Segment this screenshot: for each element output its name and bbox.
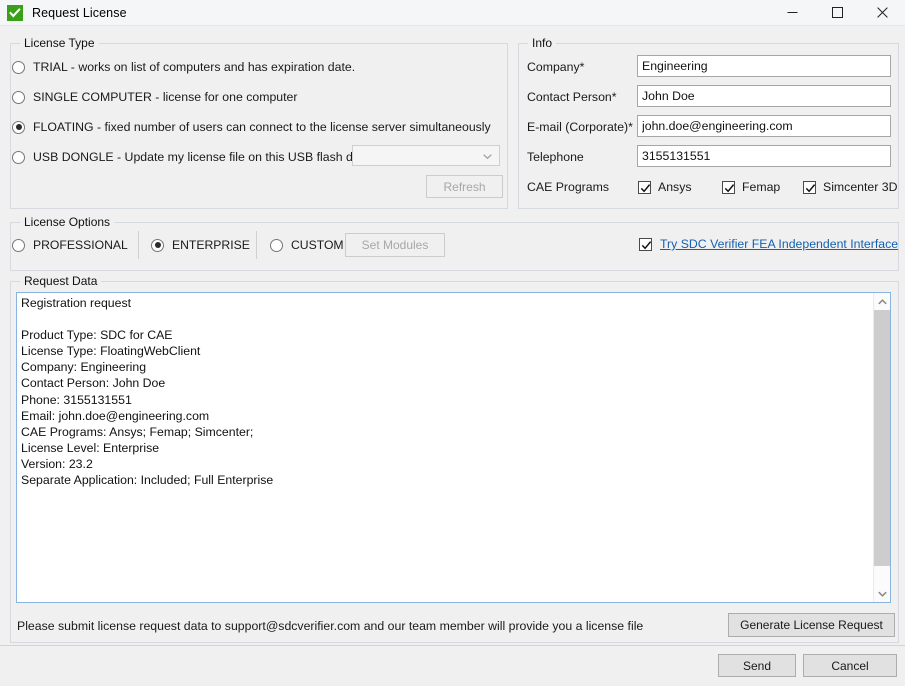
contact-person-field[interactable]: [637, 85, 891, 107]
radio-license-type-single-computer[interactable]: SINGLE COMPUTER - license for one comput…: [12, 90, 297, 104]
radio-icon: [12, 90, 25, 104]
divider: [138, 231, 139, 259]
radio-icon: [12, 150, 25, 164]
radio-icon: [151, 238, 164, 252]
radio-license-option-custom[interactable]: CUSTOM: [270, 238, 344, 252]
chevron-down-icon: [483, 153, 492, 159]
radio-label: FLOATING - fixed number of users can con…: [33, 120, 491, 134]
radio-license-option-enterprise[interactable]: ENTERPRISE: [151, 238, 250, 252]
checkbox-label: Femap: [742, 180, 781, 194]
email-field[interactable]: [637, 115, 891, 137]
footer-note: Please submit license request data to su…: [17, 619, 644, 633]
contact-person-label: Contact Person*: [527, 90, 617, 104]
checkbox-cae-simcenter-3d[interactable]: Simcenter 3D: [803, 180, 898, 194]
radio-icon: [270, 238, 283, 252]
info-legend: Info: [528, 36, 557, 50]
minimize-icon[interactable]: [770, 0, 815, 25]
set-modules-button[interactable]: Set Modules: [345, 233, 445, 257]
radio-icon: [12, 120, 25, 134]
telephone-label: Telephone: [527, 150, 584, 164]
checkmark-icon: [722, 180, 735, 194]
radio-license-type-floating[interactable]: FLOATING - fixed number of users can con…: [12, 120, 491, 134]
request-data-textarea[interactable]: Registration request Product Type: SDC f…: [16, 292, 891, 603]
scroll-up-icon[interactable]: [874, 293, 890, 310]
send-button[interactable]: Send: [718, 654, 796, 677]
radio-license-option-professional[interactable]: PROFESSIONAL: [12, 238, 128, 252]
title-bar: Request License: [0, 0, 905, 26]
radio-label: USB DONGLE - Update my license file on t…: [33, 150, 377, 164]
maximize-icon[interactable]: [815, 0, 860, 25]
license-options-legend: License Options: [20, 215, 115, 229]
radio-license-type-usb-dongle[interactable]: USB DONGLE - Update my license file on t…: [12, 150, 376, 164]
checkmark-icon: [7, 4, 23, 21]
radio-icon: [12, 60, 25, 74]
divider: [256, 231, 257, 259]
try-sdc-verifier-link[interactable]: Try SDC Verifier FEA Independent Interfa…: [660, 237, 898, 251]
generate-license-request-button[interactable]: Generate License Request: [728, 613, 895, 637]
try-sdc-verifier-row[interactable]: Try SDC Verifier FEA Independent Interfa…: [639, 237, 898, 251]
scrollbar-thumb[interactable]: [874, 310, 890, 566]
license-type-legend: License Type: [20, 36, 99, 50]
radio-icon: [12, 238, 25, 252]
email-label: E-mail (Corporate)*: [527, 120, 633, 134]
usb-drive-select[interactable]: [352, 145, 500, 166]
checkbox-label: Ansys: [658, 180, 692, 194]
checkbox-cae-ansys[interactable]: Ansys: [638, 180, 692, 194]
company-label: Company*: [527, 60, 585, 74]
cae-programs-label: CAE Programs: [527, 180, 610, 194]
refresh-button[interactable]: Refresh: [426, 175, 503, 198]
radio-license-type-trial[interactable]: TRIAL - works on list of computers and h…: [12, 60, 355, 74]
checkmark-icon: [638, 180, 651, 194]
window-controls: [770, 0, 905, 25]
close-icon[interactable]: [860, 0, 905, 25]
checkbox-cae-femap[interactable]: Femap: [722, 180, 780, 194]
radio-label: SINGLE COMPUTER - license for one comput…: [33, 90, 298, 104]
radio-label: ENTERPRISE: [172, 238, 250, 252]
window-title: Request License: [32, 5, 127, 20]
radio-label: CUSTOM: [291, 238, 344, 252]
scroll-down-icon[interactable]: [874, 585, 890, 602]
checkmark-icon[interactable]: [639, 237, 652, 251]
company-field[interactable]: [637, 55, 891, 77]
request-data-legend: Request Data: [20, 274, 102, 288]
radio-label: PROFESSIONAL: [33, 238, 128, 252]
cancel-button[interactable]: Cancel: [803, 654, 897, 677]
checkmark-icon: [803, 180, 816, 194]
vertical-scrollbar[interactable]: [873, 293, 890, 602]
divider: [0, 645, 905, 646]
request-data-text: Registration request Product Type: SDC f…: [21, 296, 274, 488]
checkbox-label: Simcenter 3D: [823, 180, 898, 194]
telephone-field[interactable]: [637, 145, 891, 167]
radio-label: TRIAL - works on list of computers and h…: [33, 60, 356, 74]
